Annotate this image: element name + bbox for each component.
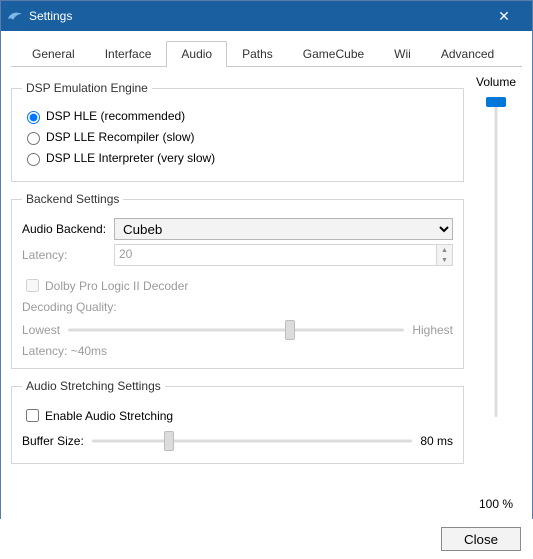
dolby-label: Dolby Pro Logic II Decoder (45, 279, 188, 293)
latency-spinner: 20 ▲ ▼ (114, 244, 453, 266)
decoding-quality-slider (68, 320, 404, 340)
volume-slider[interactable] (485, 97, 507, 417)
spinner-up-icon: ▲ (437, 245, 452, 255)
spinner-down-icon: ▼ (437, 255, 452, 265)
tab-gamecube[interactable]: GameCube (288, 41, 379, 67)
dsp-group: DSP Emulation Engine DSP HLE (recommende… (11, 81, 464, 182)
dsp-hle-radio[interactable] (27, 111, 40, 124)
tab-advanced[interactable]: Advanced (426, 41, 509, 67)
close-icon[interactable]: ✕ (484, 8, 524, 25)
tab-audio[interactable]: Audio (166, 41, 227, 67)
stretching-legend: Audio Stretching Settings (22, 379, 165, 393)
volume-label: Volume (470, 75, 522, 89)
dsp-lle-int-label: DSP LLE Interpreter (very slow) (46, 151, 215, 165)
backend-legend: Backend Settings (22, 192, 123, 206)
buffer-size-slider[interactable] (92, 431, 413, 451)
backend-group: Backend Settings Audio Backend: Cubeb La… (11, 192, 464, 369)
audio-backend-label: Audio Backend: (22, 222, 114, 236)
decoding-quality-label: Decoding Quality: (22, 300, 453, 314)
tab-wii[interactable]: Wii (379, 41, 426, 67)
quality-highest-label: Highest (412, 323, 453, 337)
footer: Close (0, 519, 533, 559)
close-button[interactable]: Close (441, 527, 521, 551)
volume-value: 100 % (470, 497, 522, 511)
buffer-size-value: 80 ms (420, 434, 453, 448)
dolby-checkbox (26, 279, 39, 292)
tab-paths[interactable]: Paths (227, 41, 288, 67)
enable-stretching-label: Enable Audio Stretching (45, 409, 173, 423)
window-title: Settings (29, 9, 484, 23)
buffer-size-label: Buffer Size: (22, 434, 84, 448)
dsp-legend: DSP Emulation Engine (22, 81, 152, 95)
dsp-hle-label: DSP HLE (recommended) (46, 109, 185, 123)
stretching-group: Audio Stretching Settings Enable Audio S… (11, 379, 464, 464)
titlebar: Settings ✕ (1, 1, 532, 31)
quality-lowest-label: Lowest (22, 323, 60, 337)
dsp-lle-rec-label: DSP LLE Recompiler (slow) (46, 130, 195, 144)
latency-value: 20 (115, 245, 436, 265)
tabs-bar: General Interface Audio Paths GameCube W… (11, 41, 522, 67)
tab-general[interactable]: General (17, 41, 90, 67)
latency-label: Latency: (22, 248, 114, 262)
latency-note: Latency: ~40ms (22, 344, 453, 358)
enable-stretching-checkbox[interactable] (26, 409, 39, 422)
dsp-lle-int-radio[interactable] (27, 153, 40, 166)
dsp-lle-rec-radio[interactable] (27, 132, 40, 145)
audio-backend-select[interactable]: Cubeb (114, 218, 453, 240)
dolphin-icon (7, 8, 23, 24)
tab-interface[interactable]: Interface (90, 41, 167, 67)
